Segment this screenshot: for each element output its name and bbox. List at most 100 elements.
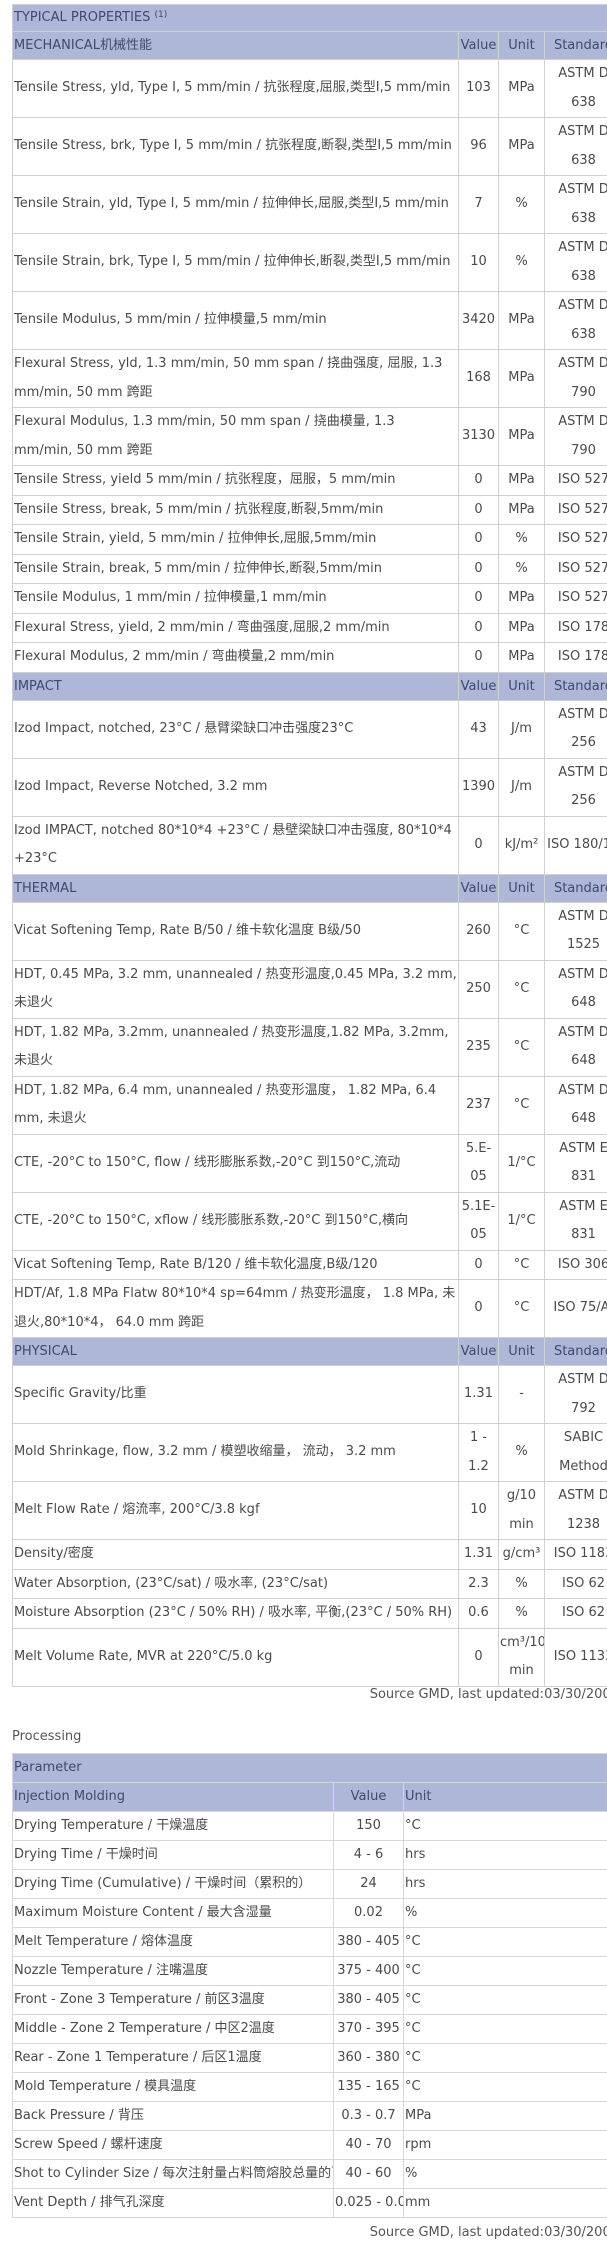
processing-unit: mm [403, 2188, 607, 2218]
processing-unit: °C [403, 2072, 607, 2102]
processing-value: 370 - 395 [333, 2014, 404, 2044]
processing-row: Back Pressure / 背压 0.3 - 0.7 MPa [12, 2101, 607, 2131]
property-standard: ISO 527 [543, 494, 607, 525]
property-unit: J/m [498, 699, 545, 759]
processing-unit: °C [403, 1927, 607, 1957]
property-name: Tensile Stress, brk, Type I, 5 mm/min / … [12, 117, 459, 176]
property-name: CTE, -20°C to 150°C, xflow / 线形膨胀系数,-20°… [12, 1191, 459, 1251]
property-unit: MPa [498, 612, 545, 643]
property-standard: ASTM D 648 [543, 1075, 607, 1135]
processing-value: 40 - 70 [333, 2130, 404, 2160]
source-note-properties: Source GMD, last updated:03/30/2007 [369, 1687, 607, 1702]
processing-parameter: Rear - Zone 1 Temperature / 后区1温度 [12, 2043, 334, 2073]
property-name: Vicat Softening Temp, Rate B/120 / 维卡软化温… [12, 1249, 459, 1280]
processing-value: 24 [333, 1869, 404, 1899]
property-standard: ISO 1133 [543, 1627, 607, 1687]
property-name: CTE, -20°C to 150°C, flow / 线形膨胀系数,-20°C… [12, 1133, 459, 1193]
processing-row: Front - Zone 3 Temperature / 前区3温度 380 - … [12, 1985, 607, 2015]
col-header-value: Value [458, 671, 499, 701]
property-name: Izod Impact, notched, 23°C / 悬臂梁缺口冲击强度23… [12, 699, 459, 759]
property-row: Tensile Stress, yld, Type I, 5 mm/min / … [12, 59, 607, 118]
property-standard: ISO 180/1A [543, 815, 607, 875]
property-standard: ASTM D 638 [543, 59, 607, 118]
property-value: 10 [458, 1481, 499, 1540]
col-header-standard: Standard [543, 31, 607, 60]
property-value: 168 [458, 349, 499, 408]
section-header-row: THERMALValueUnitStandard [12, 873, 607, 903]
properties-table-body: TYPICAL PROPERTIES (1) MECHANICAL机械性能 Val… [11, 4, 607, 1687]
property-row: Izod Impact, notched, 23°C / 悬臂梁缺口冲击强度23… [12, 699, 607, 759]
property-value: 260 [458, 901, 499, 961]
section-name: PHYSICAL [12, 1337, 459, 1366]
property-value: 0 [458, 1627, 499, 1687]
property-value: 0 [458, 494, 499, 525]
property-standard: SABIC Method [543, 1423, 607, 1482]
col-header-unit: Unit [498, 31, 545, 60]
property-row: Melt Flow Rate / 熔流率, 200°C/3.8 kgf 10 g/1… [12, 1481, 607, 1540]
property-unit: MPa [498, 583, 545, 614]
property-row: HDT, 0.45 MPa, 3.2 mm, unannealed / 热变形温… [12, 959, 607, 1019]
property-name: Melt Flow Rate / 熔流率, 200°C/3.8 kgf [12, 1481, 459, 1540]
property-standard: ASTM D 638 [543, 175, 607, 234]
property-unit: J/m [498, 757, 545, 817]
property-unit: MPa [498, 407, 545, 466]
property-name: Density/密度 [12, 1539, 459, 1570]
processing-value: 0.3 - 0.7 [333, 2101, 404, 2131]
processing-unit: MPa [403, 2101, 607, 2131]
property-name: HDT, 0.45 MPa, 3.2 mm, unannealed / 热变形温… [12, 959, 459, 1019]
processing-subheader: Injection Molding [12, 1782, 334, 1812]
property-unit: - [498, 1365, 545, 1424]
property-name: Water Absorption, (23°C/sat) / 吸水率, (23°… [12, 1568, 459, 1599]
property-row: Tensile Strain, yield, 5 mm/min / 拉伸伸长,屈… [12, 524, 607, 555]
property-standard: ASTM D 256 [543, 699, 607, 759]
processing-parameter: Maximum Moisture Content / 最大含湿量 [12, 1898, 334, 1928]
property-standard: ISO 178 [543, 642, 607, 673]
processing-unit: °C [403, 1811, 607, 1841]
property-standard: ISO 75/Af [543, 1279, 607, 1338]
property-row: Water Absorption, (23°C/sat) / 吸水率, (23°… [12, 1568, 607, 1599]
property-standard: ASTM E 831 [543, 1133, 607, 1193]
property-unit: % [498, 1568, 545, 1599]
property-unit: MPa [498, 117, 545, 176]
property-value: 0 [458, 1279, 499, 1338]
properties-title-note: (1) [154, 10, 168, 20]
processing-value: 380 - 405 [333, 1927, 404, 1957]
section-name: MECHANICAL机械性能 [12, 31, 459, 60]
processing-parameter: Nozzle Temperature / 注嘴温度 [12, 1956, 334, 1986]
property-value: 0 [458, 583, 499, 614]
processing-row: Maximum Moisture Content / 最大含湿量 0.02% [12, 1898, 607, 1928]
col-header-value: Value [458, 873, 499, 903]
section-header-row: PHYSICALValueUnitStandard [12, 1337, 607, 1366]
processing-unit: rpm [403, 2130, 607, 2160]
property-name: Flexural Stress, yld, 1.3 mm/min, 50 mm … [12, 349, 459, 408]
property-value: 237 [458, 1075, 499, 1135]
processing-parameter: Mold Temperature / 模具温度 [12, 2072, 334, 2102]
property-row: Melt Volume Rate, MVR at 220°C/5.0 kg 0 cm… [12, 1627, 607, 1687]
processing-unit: % [403, 1898, 607, 1928]
property-row: Tensile Modulus, 1 mm/min / 拉伸模量,1 mm/mi… [12, 583, 607, 614]
processing-parameter: Drying Time / 干燥时间 [12, 1840, 334, 1870]
processing-header-row: Parameter [12, 1753, 607, 1783]
property-standard: ASTM D 256 [543, 757, 607, 817]
processing-row: Middle - Zone 2 Temperature / 中区2温度 370 -… [12, 2014, 607, 2044]
property-unit: 1/°C [498, 1191, 545, 1251]
processing-value: 380 - 405 [333, 1985, 404, 2015]
processing-row: Screw Speed / 螺杆速度 40 - 70 rpm [12, 2130, 607, 2160]
property-name: Flexural Modulus, 2 mm/min / 弯曲模量,2 mm/m… [12, 642, 459, 673]
processing-value: 360 - 380 [333, 2043, 404, 2073]
property-standard: ISO 527 [543, 524, 607, 555]
property-unit: °C [498, 1075, 545, 1135]
col-header-standard: Standard [543, 873, 607, 903]
property-row: Tensile Stress, yield 5 mm/min / 抗张程度，屈服… [12, 465, 607, 496]
processing-row: Melt Temperature / 熔体温度 380 - 405 °C [12, 1927, 607, 1957]
property-unit: °C [498, 1279, 545, 1338]
property-name: Specific Gravity/比重 [12, 1365, 459, 1424]
property-standard: ASTM E 831 [543, 1191, 607, 1251]
processing-value: 135 - 165 [333, 2072, 404, 2102]
property-row: Density/密度1.31g/cm³ISO 1183 [12, 1539, 607, 1570]
property-standard: ISO 527 [543, 465, 607, 496]
property-row: HDT, 1.82 MPa, 6.4 mm, unannealed / 热变形温… [12, 1075, 607, 1135]
property-row: Tensile Strain, brk, Type I, 5 mm/min / … [12, 233, 607, 292]
property-standard: ASTM D 790 [543, 407, 607, 466]
processing-row: Nozzle Temperature / 注嘴温度 375 - 400 °C [12, 1956, 607, 1986]
